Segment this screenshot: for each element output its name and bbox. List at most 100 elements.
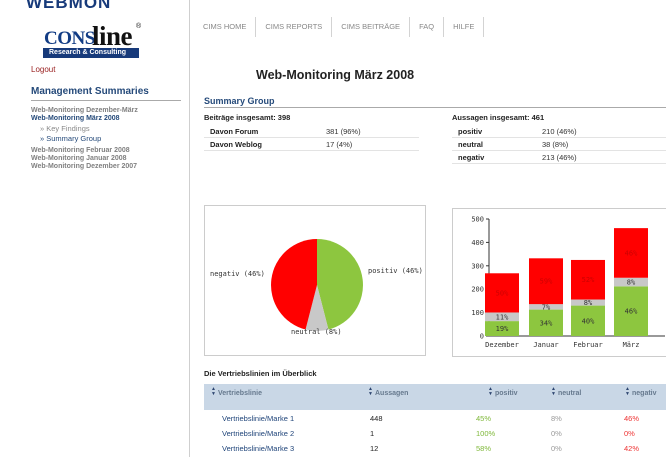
tab-cims-home[interactable]: CIMS HOME xyxy=(198,17,257,37)
brand-top-text: WEBMON xyxy=(26,0,112,12)
x-tick-label: Dezember xyxy=(485,341,519,349)
logo-part1: CONS xyxy=(44,28,95,49)
negativ-cell: 46% xyxy=(624,414,640,423)
negativ-cell: 0% xyxy=(624,429,635,438)
bar-data-label: 59% xyxy=(540,278,553,286)
pie-chart-panel: negativ (46%) positiv (46%) neutral (8%) xyxy=(204,205,426,356)
vertriebslinie-link[interactable]: Vertriebslinie/Marke 3 xyxy=(222,443,294,455)
y-tick-label: 100 xyxy=(471,309,484,317)
y-tick-label: 300 xyxy=(471,262,484,270)
aussagen-label: negativ xyxy=(458,153,485,162)
column-header-neutral[interactable]: ▲ ▼ neutral xyxy=(551,387,581,398)
sidebar-item-februar-2008[interactable]: Web-Monitoring Februar 2008 xyxy=(31,147,181,155)
neutral-cell: 0% xyxy=(551,429,562,438)
summary-group-title: Summary Group xyxy=(204,96,275,106)
column-header-vertriebslinie[interactable]: ▲ ▼ Vertriebslinie xyxy=(211,387,262,398)
x-tick-label: Januar xyxy=(533,341,558,349)
column-header-aussagen[interactable]: ▲ ▼ Aussagen xyxy=(368,387,408,398)
pie-label-positiv: positiv (46%) xyxy=(368,267,423,275)
aussagen-row: positiv 210 (46%) xyxy=(452,125,666,138)
bar-data-label: 8% xyxy=(584,299,593,307)
bar-data-label: 34% xyxy=(540,319,553,327)
column-header-negativ[interactable]: ▲ ▼ negativ xyxy=(625,387,657,398)
y-tick-label: 400 xyxy=(471,239,484,247)
pie-label-neutral: neutral (8%) xyxy=(291,328,342,336)
column-header-positiv[interactable]: ▲ ▼ positiv xyxy=(488,387,518,398)
neutral-cell: 8% xyxy=(551,414,562,423)
bar-chart: 0 100 200 300 400 500 19% 11% 50% Dezember 34% 7% 59… xyxy=(471,216,665,349)
table-row: Vertriebslinie/Marke 3 12 58% 0% 42% xyxy=(204,443,666,455)
bar-data-label: 52% xyxy=(582,276,595,284)
page: WEBMON CONS line ® Research & Consulting… xyxy=(0,0,666,457)
sidebar-subitem-summary-group[interactable]: » Summary Group xyxy=(31,134,181,143)
logo-tagline: Research & Consulting xyxy=(43,48,139,58)
aussagen-total: Aussagen insgesamt: 461 xyxy=(452,113,545,122)
bar-data-label: 19% xyxy=(496,325,509,333)
x-tick-label: Februar xyxy=(573,341,603,349)
aussagen-value: 213 (46%) xyxy=(542,153,577,162)
sidebar-divider xyxy=(189,0,190,457)
aussagen-summary: Aussagen insgesamt: 461 positiv 210 (46%… xyxy=(452,113,666,164)
sidebar-item-januar-2008[interactable]: Web-Monitoring Januar 2008 xyxy=(31,155,181,163)
negativ-cell: 42% xyxy=(624,444,640,453)
bar-data-label: 40% xyxy=(582,317,595,325)
vertriebslinien-table-header: ▲ ▼ Vertriebslinie ▲ ▼ Aussagen ▲ ▼ positiv ▲ ▼… xyxy=(204,384,666,410)
positiv-cell: 100% xyxy=(476,429,496,438)
aussagen-label: neutral xyxy=(458,140,484,149)
summary-title-rule xyxy=(204,107,666,108)
top-nav: CIMS HOME CIMS REPORTS CIMS BEITRÄGE FAQ… xyxy=(198,17,485,37)
sidebar-item-maerz-2008[interactable]: Web-Monitoring März 2008 xyxy=(31,115,181,123)
aussagen-label: positiv xyxy=(458,127,483,136)
page-title: Web-Monitoring März 2008 xyxy=(256,68,415,82)
beitraege-label: Davon Forum xyxy=(210,127,259,136)
tab-hilfe[interactable]: HILFE xyxy=(444,17,485,37)
x-tick-label: März xyxy=(623,341,640,349)
sort-arrows-icon[interactable]: ▲ ▼ xyxy=(488,387,493,397)
y-tick-label: 200 xyxy=(471,286,484,294)
table-row: Vertriebslinie/Marke 2 1 100% 0% 0% xyxy=(204,428,666,440)
sort-arrows-icon[interactable]: ▲ ▼ xyxy=(368,387,373,397)
beitraege-summary: Beiträge insgesamt: 398 Davon Forum 381 … xyxy=(204,113,419,151)
pie-label-negativ: negativ (46%) xyxy=(210,270,265,278)
tab-faq[interactable]: FAQ xyxy=(410,17,445,37)
positiv-cell: 58% xyxy=(476,444,492,453)
vertriebslinie-link[interactable]: Vertriebslinie/Marke 2 xyxy=(222,428,294,440)
y-tick-label: 500 xyxy=(471,216,484,224)
bar-data-label: 50% xyxy=(496,289,509,297)
sidebar-nav: Web-Monitoring Dezember-März Web-Monitor… xyxy=(31,107,181,171)
sort-arrows-icon[interactable]: ▲ ▼ xyxy=(551,387,556,397)
tab-cims-beitraege[interactable]: CIMS BEITRÄGE xyxy=(332,17,411,37)
beitraege-row: Davon Forum 381 (96%) xyxy=(204,125,419,138)
beitraege-row: Davon Weblog 17 (4%) xyxy=(204,138,419,151)
tab-cims-reports[interactable]: CIMS REPORTS xyxy=(256,17,333,37)
sort-arrows-icon[interactable]: ▲ ▼ xyxy=(625,387,630,397)
sidebar-subitem-key-findings[interactable]: » Key Findings xyxy=(31,124,181,133)
bar-data-label: 46% xyxy=(625,308,638,316)
vertriebslinie-link[interactable]: Vertriebslinie/Marke 1 xyxy=(222,413,294,425)
sidebar-item-dezember-maerz[interactable]: Web-Monitoring Dezember-März xyxy=(31,107,181,115)
beitraege-value: 381 (96%) xyxy=(326,127,361,136)
aussagen-cell: 448 xyxy=(370,414,383,423)
aussagen-value: 38 (8%) xyxy=(542,140,569,149)
aussagen-cell: 12 xyxy=(370,444,379,453)
beitraege-total: Beiträge insgesamt: 398 xyxy=(204,113,291,122)
consline-logo[interactable]: CONS line ® Research & Consulting xyxy=(40,21,144,58)
table-row: Vertriebslinie/Marke 1 448 45% 8% 46% xyxy=(204,413,666,425)
neutral-cell: 0% xyxy=(551,444,562,453)
bar-data-label: 46% xyxy=(625,249,638,257)
logo-registered-mark: ® xyxy=(136,23,142,30)
beitraege-label: Davon Weblog xyxy=(210,140,262,149)
aussagen-value: 210 (46%) xyxy=(542,127,577,136)
vertriebslinien-title: Die Vertriebslinien im Überblick xyxy=(204,369,317,378)
aussagen-cell: 1 xyxy=(370,429,375,438)
aussagen-row: neutral 38 (8%) xyxy=(452,138,666,151)
bar-chart-panel: 0 100 200 300 400 500 19% 11% 50% Dezember 34% 7% 59… xyxy=(452,208,666,357)
bar-data-label: 11% xyxy=(496,313,509,321)
bar-data-label: 7% xyxy=(542,303,551,311)
sidebar-item-dezember-2007[interactable]: Web-Monitoring Dezember 2007 xyxy=(31,163,181,171)
management-summaries-title: Management Summaries xyxy=(31,86,149,97)
y-tick-label: 0 xyxy=(480,333,484,341)
aussagen-row: negativ 213 (46%) xyxy=(452,151,666,164)
sort-arrows-icon[interactable]: ▲ ▼ xyxy=(211,387,216,397)
logout-link[interactable]: Logout xyxy=(31,65,55,74)
